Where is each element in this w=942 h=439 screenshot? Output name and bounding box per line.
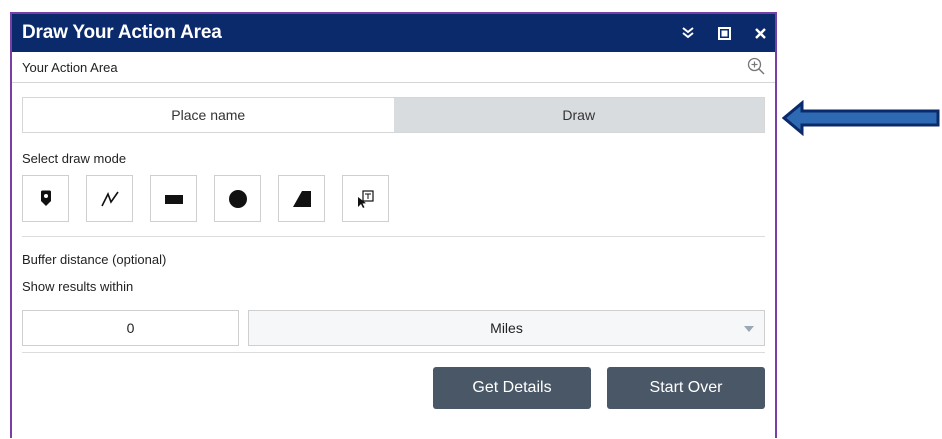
tool-circle[interactable]: [214, 175, 261, 222]
start-over-button[interactable]: Start Over: [607, 367, 765, 409]
buffer-distance-input[interactable]: 0: [22, 310, 239, 346]
action-buttons: Get Details Start Over: [22, 367, 765, 409]
buffer-row: 0 Miles: [22, 310, 765, 353]
title-bar: Draw Your Action Area: [12, 14, 775, 52]
draw-tools: [22, 175, 765, 237]
close-button[interactable]: [745, 14, 775, 52]
maximize-button[interactable]: [709, 14, 739, 52]
tool-point[interactable]: [22, 175, 69, 222]
get-details-button[interactable]: Get Details: [433, 367, 591, 409]
left-arrow-icon: [782, 100, 940, 136]
tool-polyline[interactable]: [86, 175, 133, 222]
zoom-button[interactable]: [747, 57, 765, 78]
zoom-in-icon: [747, 57, 765, 75]
maximize-icon: [717, 26, 731, 40]
chevron-down-icon: [744, 326, 754, 332]
panel-title: Draw Your Action Area: [22, 22, 222, 43]
tool-rectangle[interactable]: [150, 175, 197, 222]
polyline-icon: [100, 191, 119, 206]
action-area-panel: Draw Your Action Area Your Action Area P…: [10, 12, 777, 438]
select-features-icon: [357, 189, 374, 208]
close-icon: [754, 27, 766, 39]
buffer-label: Buffer distance (optional): [22, 252, 167, 267]
subheader-text: Your Action Area: [22, 59, 118, 75]
polygon-icon: [292, 190, 311, 207]
tool-polygon[interactable]: [278, 175, 325, 222]
mode-tabs: Place name Draw: [22, 97, 765, 133]
panel-content: Place name Draw Select draw mode Buffer …: [12, 83, 775, 409]
circle-icon: [228, 189, 247, 208]
subheader: Your Action Area: [12, 52, 775, 83]
unit-select-value: Miles: [490, 320, 523, 336]
rectangle-icon: [164, 194, 183, 204]
tool-select-features[interactable]: [342, 175, 389, 222]
results-within-label: Show results within: [22, 279, 134, 294]
draw-mode-label: Select draw mode: [22, 151, 127, 166]
tab-place-name[interactable]: Place name: [23, 98, 394, 132]
collapse-button[interactable]: [673, 14, 703, 52]
tab-draw[interactable]: Draw: [393, 98, 764, 132]
point-icon: [40, 190, 51, 206]
collapse-icon: [682, 27, 694, 39]
unit-select[interactable]: Miles: [248, 310, 765, 346]
